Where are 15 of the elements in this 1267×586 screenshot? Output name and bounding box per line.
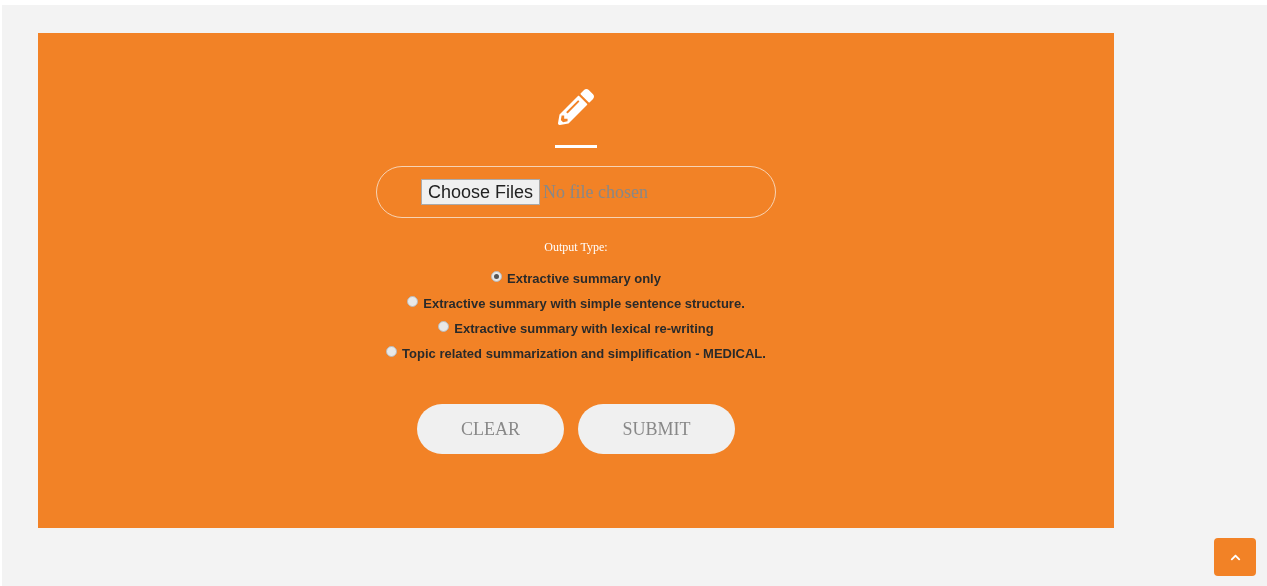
radio-button[interactable]	[491, 270, 503, 282]
output-type-option[interactable]: Extractive summary only	[491, 270, 661, 287]
radio-button[interactable]	[407, 295, 419, 307]
radio-button[interactable]	[386, 345, 398, 357]
submit-button[interactable]: SUBMIT	[578, 404, 735, 454]
file-status-text: No file chosen	[543, 180, 648, 204]
output-type-option[interactable]: Topic related summarization and simplification - MEDICAL.	[386, 345, 766, 362]
output-type-option[interactable]: Extractive summary with lexical re-writing	[438, 320, 714, 337]
radio-button[interactable]	[438, 320, 450, 332]
output-type-label: Output Type:	[544, 239, 608, 256]
choose-files-button[interactable]: Choose Files	[421, 179, 541, 205]
clear-button[interactable]: CLEAR	[417, 404, 564, 454]
scroll-to-top-button[interactable]	[1214, 538, 1256, 576]
pencil-icon	[558, 89, 594, 125]
output-type-option[interactable]: Extractive summary with simple sentence structure.	[407, 295, 745, 312]
